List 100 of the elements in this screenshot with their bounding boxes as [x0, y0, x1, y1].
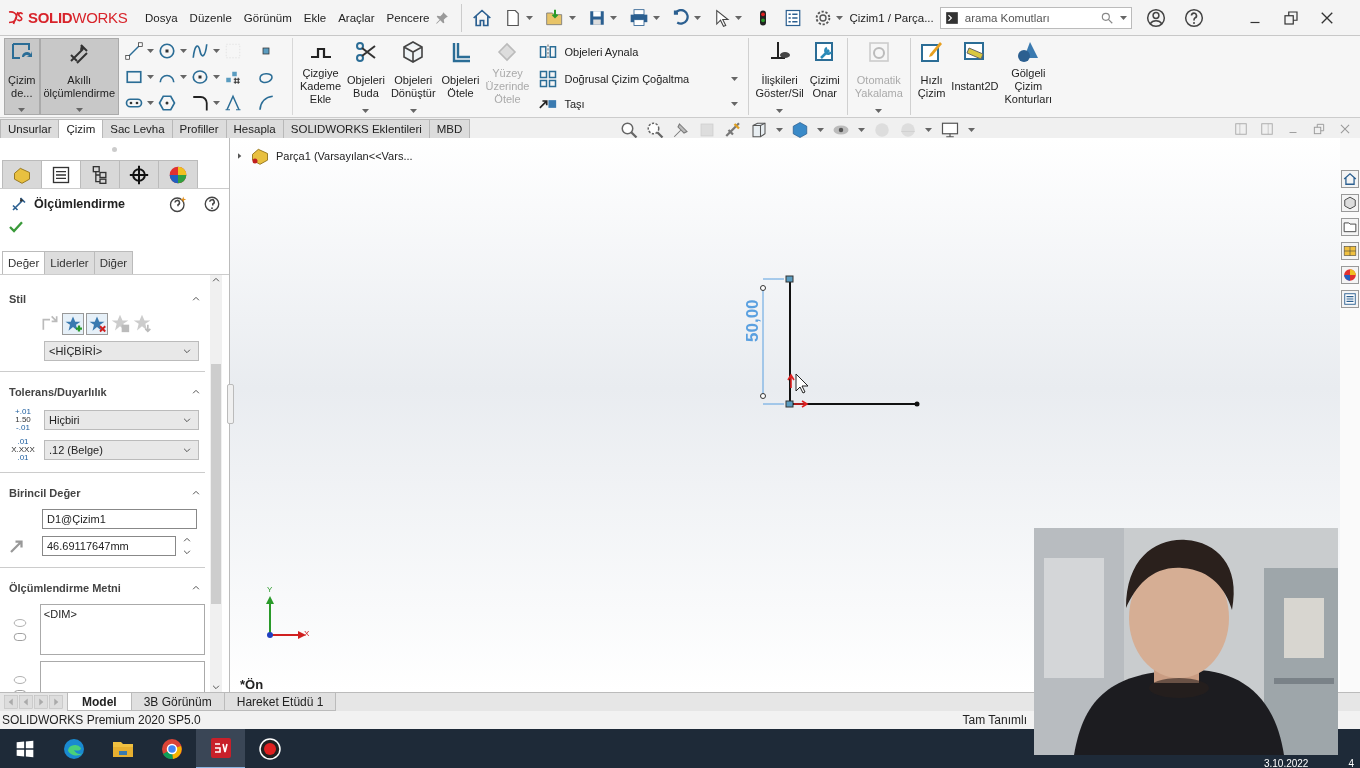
ribbon-button[interactable]: Objeleri Dönüştür [387, 38, 439, 115]
tile-left-icon[interactable] [1234, 122, 1248, 136]
polygon-icon[interactable] [158, 94, 177, 112]
add-favorite-icon[interactable] [64, 315, 82, 333]
ribbon-button[interactable]: Gölgeli Çizim Konturları [1001, 38, 1056, 115]
panel-tab[interactable] [80, 160, 120, 188]
caret-icon[interactable] [147, 49, 155, 53]
text-tool-icon[interactable] [224, 94, 243, 112]
view-palette-icon[interactable] [1343, 244, 1357, 258]
delete-favorite-icon[interactable] [88, 315, 106, 333]
ribbon-command[interactable]: Objeleri Aynala [564, 45, 723, 58]
previous-view-icon[interactable] [672, 121, 690, 139]
panel-subtab[interactable]: Değer [2, 251, 46, 274]
help-icon[interactable] [1183, 7, 1204, 28]
caret-icon[interactable] [817, 128, 824, 132]
monitor-icon[interactable] [940, 121, 960, 139]
chevron-down-icon[interactable] [182, 415, 192, 425]
user-icon[interactable] [1145, 7, 1166, 28]
menu-item[interactable]: Araçlar [332, 8, 381, 27]
caret-icon[interactable] [610, 15, 618, 20]
taskbar-app[interactable] [196, 729, 245, 768]
view-orientation-icon[interactable] [750, 121, 768, 139]
settings-icon[interactable] [814, 8, 833, 27]
chevron-down-icon[interactable] [182, 445, 192, 455]
appearance-icon[interactable] [1343, 268, 1357, 282]
home-icon[interactable] [1343, 172, 1357, 186]
folder-icon[interactable] [1343, 220, 1357, 234]
pin-icon[interactable] [435, 10, 450, 25]
caret-icon[interactable] [213, 75, 221, 79]
caret-icon[interactable] [569, 15, 577, 20]
save-icon[interactable] [588, 8, 607, 27]
undo-icon[interactable] [672, 8, 691, 27]
chevron-up-icon[interactable] [182, 535, 192, 545]
caret-icon[interactable] [776, 128, 783, 132]
dropdown[interactable]: <HİÇBİRİ> [44, 341, 199, 361]
text-area[interactable]: <DIM> [39, 604, 205, 655]
caret-icon[interactable] [968, 128, 975, 132]
print-icon[interactable] [629, 7, 650, 28]
model-tab[interactable]: Hareket Etüdü 1 [223, 693, 337, 711]
sketch-line[interactable] [785, 400, 920, 408]
collapse-icon[interactable] [191, 583, 201, 593]
expand-arrow-icon[interactable] [236, 152, 244, 160]
ribbon-button[interactable]: İlişkileri Göster/Sil [752, 38, 807, 115]
caret-icon[interactable] [18, 108, 26, 112]
command-tab[interactable]: SOLIDWORKS Eklentileri [282, 119, 430, 138]
annotation-view-icon[interactable] [724, 121, 742, 139]
fillet-icon[interactable] [191, 94, 210, 112]
windows-icon[interactable] [14, 739, 35, 759]
ribbon-button[interactable]: Objeleri Ötele [438, 38, 483, 115]
caret-icon[interactable] [147, 101, 155, 105]
caret-icon[interactable] [694, 15, 702, 20]
collapse-icon[interactable] [191, 488, 201, 498]
scrollbar[interactable] [210, 275, 222, 692]
zoom-fit-icon[interactable] [620, 121, 638, 139]
caret-icon[interactable] [730, 77, 738, 82]
ribbon-button[interactable]: Çizgiye Kademe Ekle [297, 38, 344, 115]
options-list-icon[interactable] [784, 8, 803, 27]
caret-icon[interactable] [836, 15, 844, 20]
caret-icon[interactable] [147, 75, 155, 79]
whats-new-icon[interactable] [169, 195, 187, 213]
ribbon-command[interactable]: Taşı [564, 98, 723, 111]
command-tab[interactable]: Unsurlar [0, 119, 60, 138]
spinner[interactable] [182, 535, 192, 557]
command-tab[interactable]: Çizim [58, 119, 104, 138]
rectangle-icon[interactable] [125, 68, 144, 86]
pointer-icon[interactable] [713, 8, 732, 27]
command-tab[interactable]: Profiller [171, 119, 227, 138]
caret-icon[interactable] [735, 15, 743, 20]
caret-icon[interactable] [730, 102, 738, 107]
dropdown[interactable]: .12 (Belge) [44, 440, 199, 460]
help-icon[interactable] [203, 195, 221, 213]
command-tab[interactable]: MBD [428, 119, 471, 138]
ribbon-button[interactable]: Hızlı Çizim [914, 38, 949, 115]
caret-icon[interactable] [409, 109, 417, 113]
scroll-up-icon[interactable] [211, 275, 221, 285]
caret-icon[interactable] [180, 75, 188, 79]
ribbon-button[interactable]: Objeleri Buda [344, 38, 388, 115]
caret-icon[interactable] [213, 49, 221, 53]
menu-item[interactable]: Ekle [297, 8, 333, 27]
notification-count[interactable]: 4 [1348, 758, 1354, 768]
panel-subtab[interactable]: Liderler [44, 251, 95, 274]
search-field[interactable]: arama Komutları [939, 6, 1132, 29]
caret-icon[interactable] [925, 128, 932, 132]
ribbon-button[interactable]: Çizimi Onar [806, 38, 843, 115]
spline-icon[interactable] [191, 42, 210, 60]
scroll-down-icon[interactable] [211, 682, 221, 692]
model-tab[interactable]: Model [67, 693, 132, 711]
caret-icon[interactable] [526, 15, 534, 20]
cube-icon[interactable] [1343, 196, 1357, 210]
tree-item[interactable]: Parça1 (Varsayılan<<Vars... [276, 150, 413, 162]
ribbon-button[interactable]: Akıllı ölçümlendirme [39, 38, 120, 115]
command-tab[interactable]: Sac Levha [102, 119, 173, 138]
line-icon[interactable] [125, 42, 144, 60]
command-tab[interactable]: Hesapla [225, 119, 284, 138]
menu-item[interactable]: Pencere [380, 8, 436, 27]
caret-icon[interactable] [213, 101, 221, 105]
input-field[interactable]: 46.69117647mm [42, 536, 176, 556]
caret-icon[interactable] [653, 15, 661, 20]
restore-icon[interactable] [1281, 8, 1300, 27]
chevron-down-icon[interactable] [182, 547, 192, 557]
